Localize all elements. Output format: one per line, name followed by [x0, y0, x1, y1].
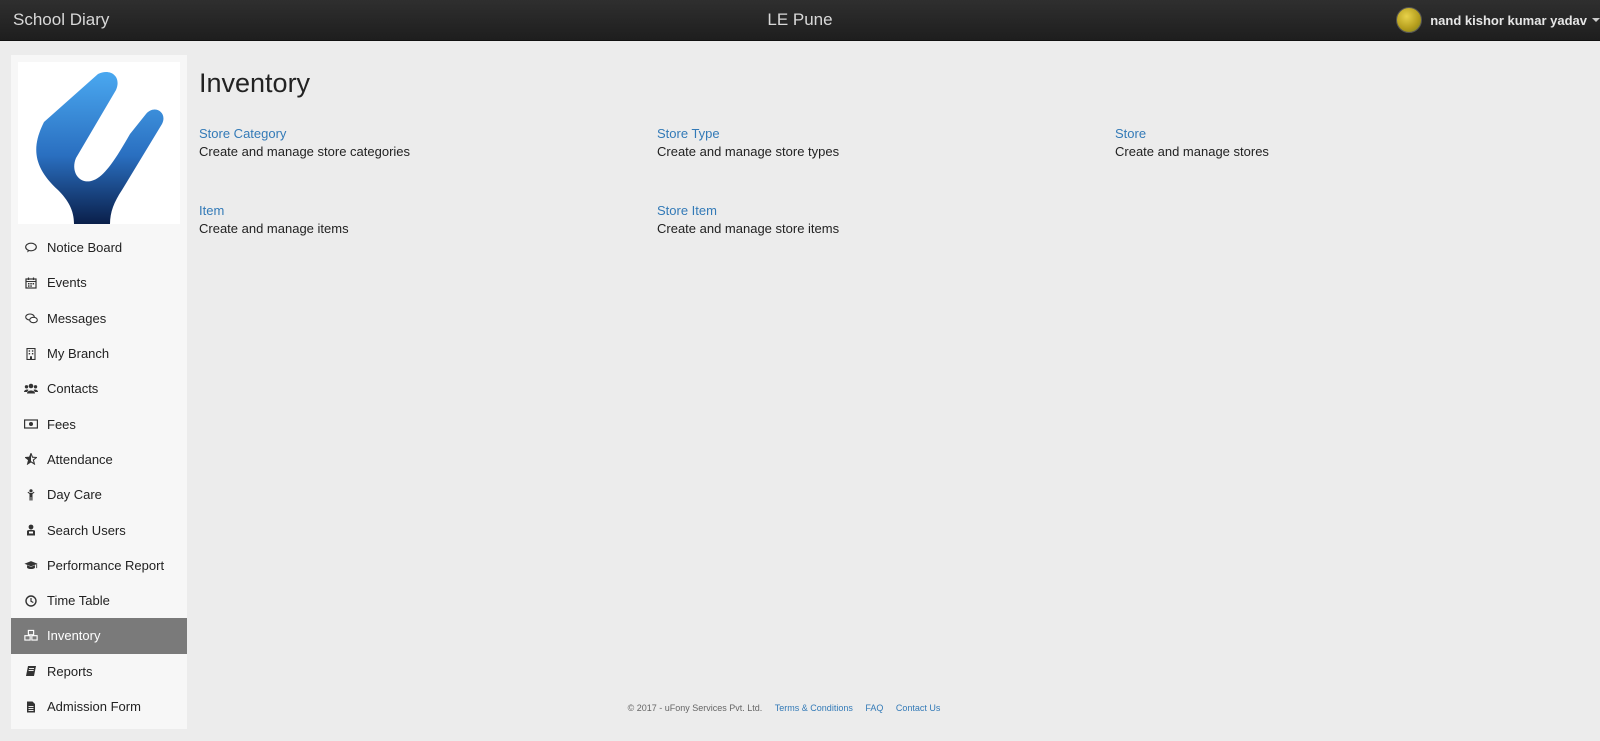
store-type-link[interactable]: Store Type — [657, 126, 1077, 141]
user-name[interactable]: nand kishor kumar yadav — [1430, 13, 1587, 28]
branch-title: LE Pune — [767, 10, 833, 29]
card-description: Create and manage store categories — [199, 144, 411, 159]
sidebar-item-label: Events — [47, 275, 87, 291]
sidebar-item-label: Contacts — [47, 381, 99, 397]
sidebar-item-my-branch[interactable]: My Branch — [11, 336, 187, 371]
graduation-cap-icon — [24, 558, 38, 572]
sidebar-item-inventory[interactable]: Inventory — [11, 618, 187, 654]
branch-title-wrapper: LE Pune — [0, 10, 1600, 30]
brand-link[interactable]: School Diary — [13, 10, 109, 30]
sidebar-item-performance-report[interactable]: Performance Report — [11, 548, 187, 583]
sidebar-item-label: Fees — [47, 416, 76, 432]
card-item: Item Create and manage items — [199, 203, 619, 236]
sidebar-item-label: Performance Report — [47, 557, 165, 573]
store-link[interactable]: Store — [1115, 126, 1535, 141]
user-menu[interactable]: nand kishor kumar yadav — [1396, 5, 1600, 35]
card-store-type: Store Type Create and manage store types — [657, 126, 1077, 159]
terms-link[interactable]: Terms & Conditions — [775, 703, 853, 713]
ufony-logo-icon — [36, 71, 164, 225]
sidebar-item-messages[interactable]: Messages — [11, 301, 187, 336]
sidebar-item-fees[interactable]: Fees — [11, 406, 187, 441]
sidebar-item-contacts[interactable]: Contacts — [11, 371, 187, 406]
calendar-icon — [24, 276, 38, 290]
sidebar-item-label: Search Users — [47, 522, 126, 538]
school-logo — [18, 62, 180, 225]
sidebar-item-label: My Branch — [47, 346, 110, 362]
sidebar-item-label: Time Table — [47, 593, 110, 609]
chat-icon — [24, 311, 38, 325]
building-icon — [24, 347, 38, 361]
sidebar: Notice Board Events Messages My Branch C… — [11, 55, 187, 729]
copyright-text: © 2017 - uFony Services Pvt. Ltd. — [627, 703, 763, 713]
user-avatar[interactable] — [1396, 7, 1423, 33]
sidebar-item-attendance[interactable]: Attendance — [11, 442, 187, 477]
sidebar-item-label: Notice Board — [47, 240, 123, 256]
page-title: Inventory — [199, 68, 311, 98]
star-icon — [24, 452, 38, 466]
item-link[interactable]: Item — [199, 203, 619, 218]
sidebar-item-label: Inventory — [47, 628, 101, 644]
sidebar-item-events[interactable]: Events — [11, 265, 187, 300]
sidebar-item-day-care[interactable]: Day Care — [11, 477, 187, 512]
card-description: Create and manage stores — [1115, 144, 1269, 159]
users-icon — [24, 382, 38, 396]
store-category-link[interactable]: Store Category — [199, 126, 619, 141]
money-icon — [24, 417, 38, 431]
sidebar-item-label: Attendance — [47, 451, 113, 467]
contact-link[interactable]: Contact Us — [896, 703, 941, 713]
card-description: Create and manage items — [199, 221, 349, 236]
sidebar-item-notice-board[interactable]: Notice Board — [11, 230, 187, 265]
store-item-link[interactable]: Store Item — [657, 203, 1077, 218]
cubes-icon — [24, 629, 38, 643]
top-navbar: School Diary LE Pune nand kishor kumar y… — [0, 0, 1600, 41]
card-store: Store Create and manage stores — [1115, 126, 1535, 159]
card-description: Create and manage store types — [657, 144, 840, 159]
sidebar-item-label: Reports — [47, 663, 93, 679]
sidebar-item-reports[interactable]: Reports — [11, 654, 187, 689]
sidebar-nav: Notice Board Events Messages My Branch C… — [11, 230, 187, 724]
card-store-category: Store Category Create and manage store c… — [199, 126, 619, 159]
sidebar-item-time-table[interactable]: Time Table — [11, 583, 187, 618]
child-icon — [24, 488, 38, 502]
card-store-item: Store Item Create and manage store items — [657, 203, 1077, 236]
caret-down-icon[interactable] — [1592, 18, 1600, 22]
user-search-icon — [24, 523, 38, 537]
faq-link[interactable]: FAQ — [865, 703, 883, 713]
sidebar-item-label: Day Care — [47, 487, 102, 503]
sidebar-item-label: Messages — [47, 310, 107, 326]
sidebar-item-search-users[interactable]: Search Users — [11, 512, 187, 547]
card-description: Create and manage store items — [657, 221, 840, 236]
footer: © 2017 - uFony Services Pvt. Ltd. Terms … — [0, 703, 1568, 713]
clock-icon — [24, 594, 38, 608]
comment-icon — [24, 241, 38, 255]
book-icon — [24, 664, 38, 678]
